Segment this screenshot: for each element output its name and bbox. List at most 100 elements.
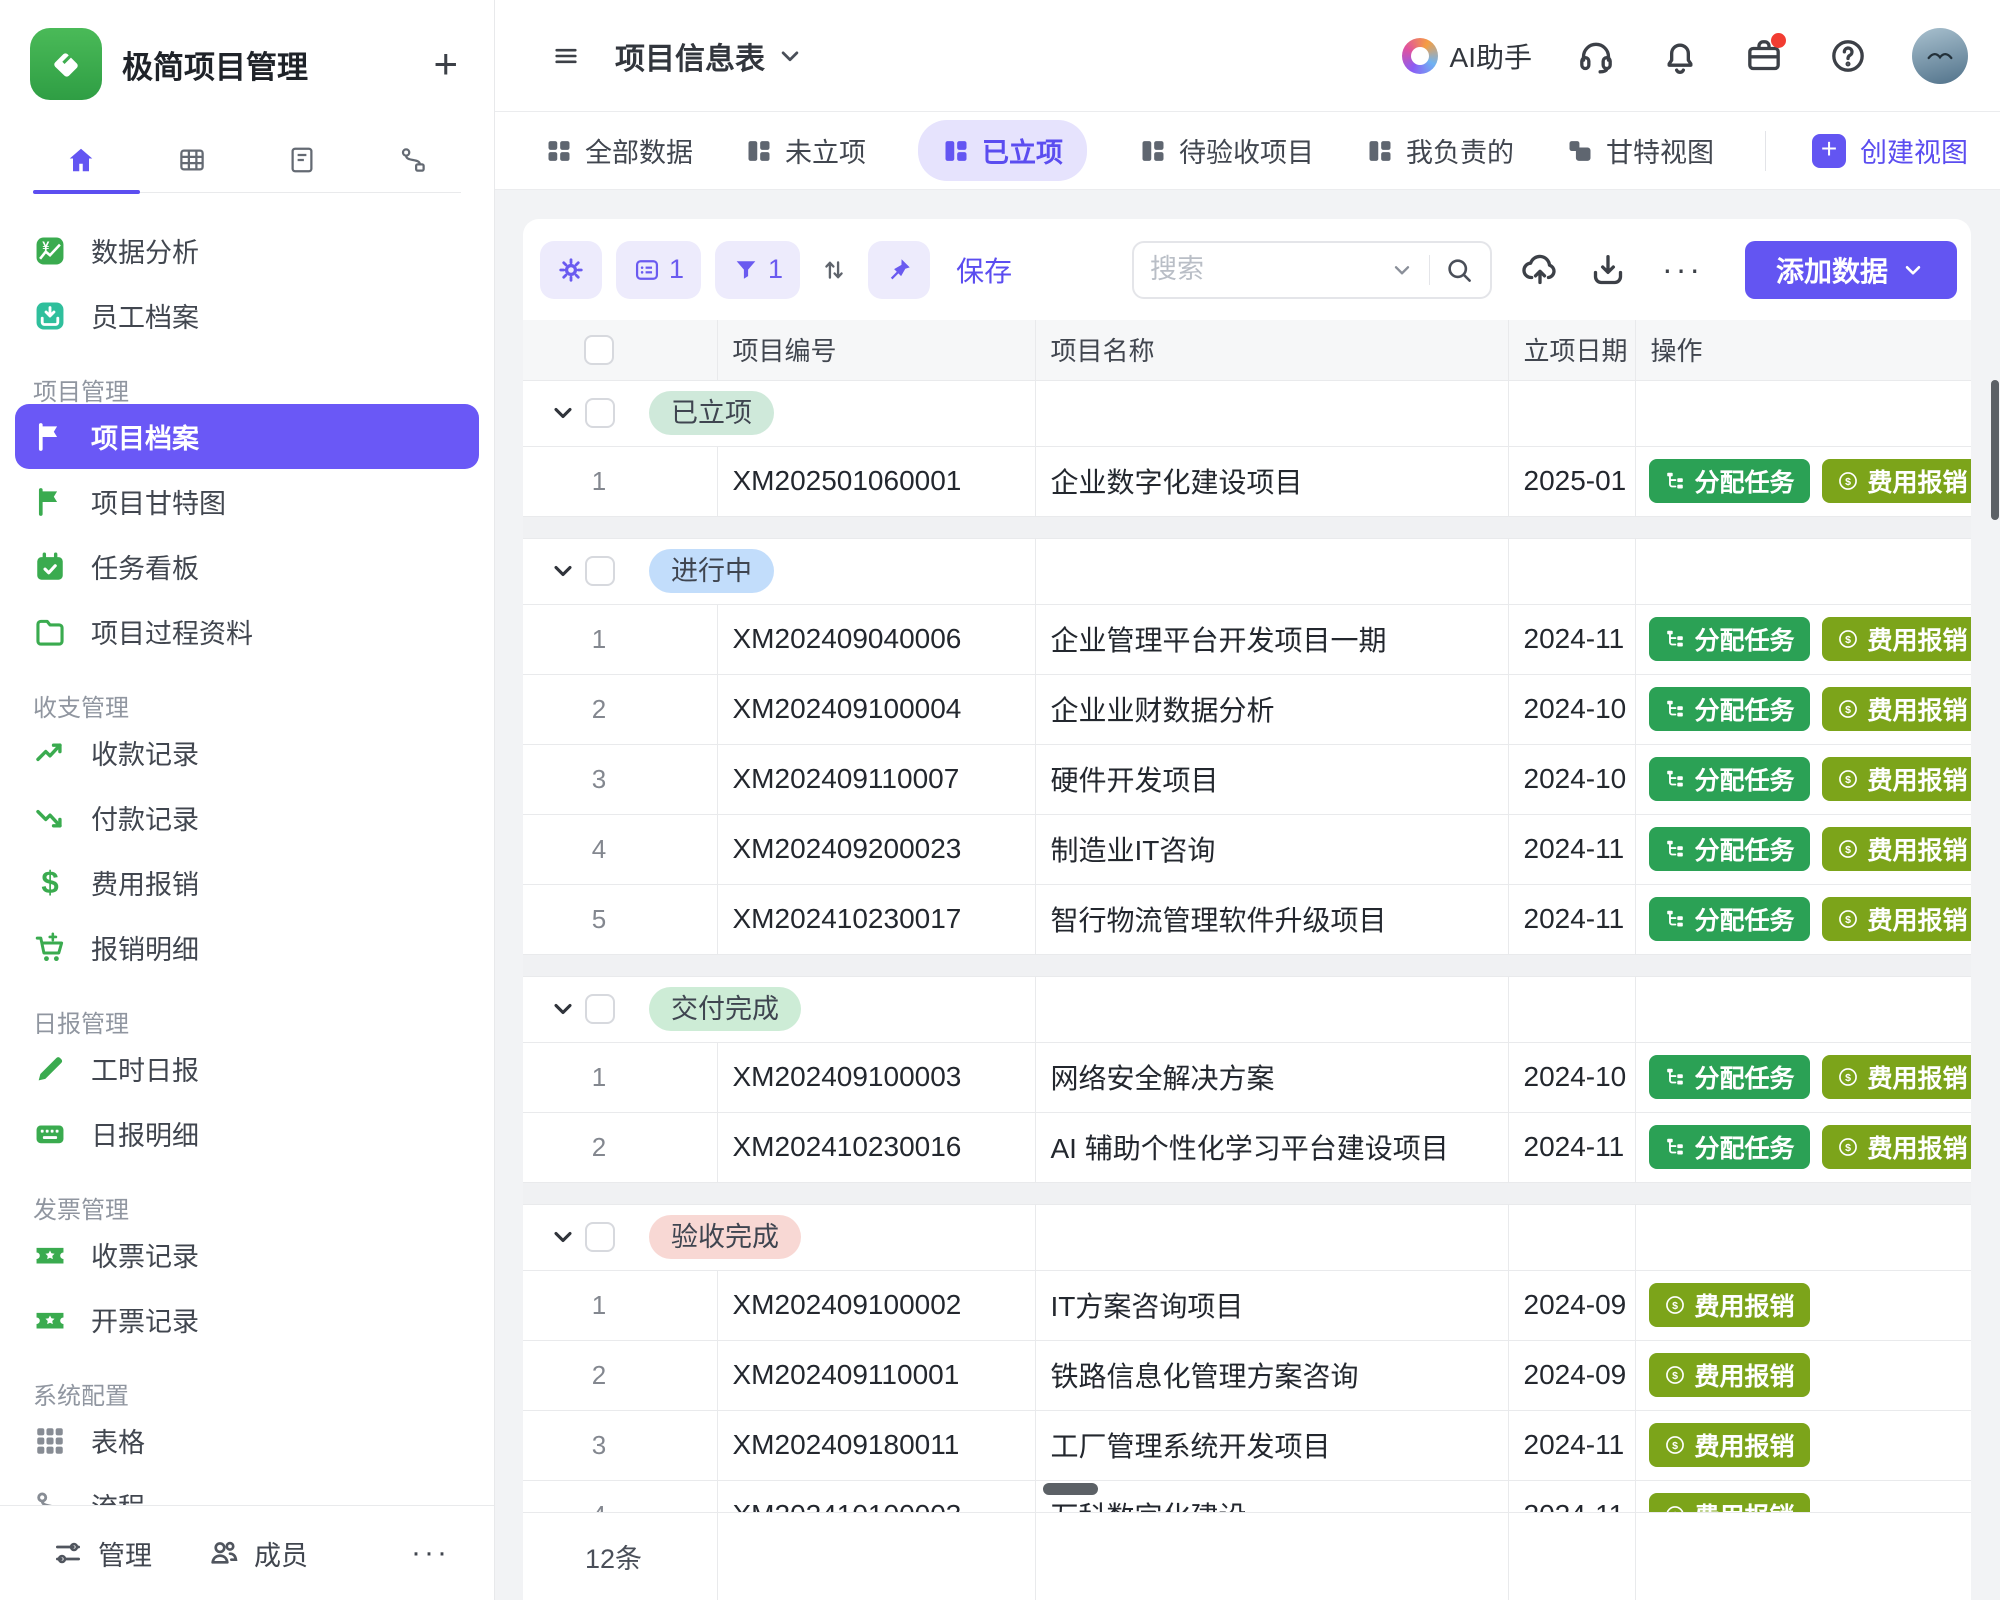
project-date-cell: 2024-11 (1508, 1480, 1635, 1512)
assign-button[interactable]: 分配任务 (1649, 459, 1810, 503)
assign-button[interactable]: 分配任务 (1649, 1055, 1810, 1099)
sidebar-item[interactable]: 员工档案 (15, 283, 479, 348)
user-avatar[interactable] (1912, 28, 1968, 84)
view-tab[interactable]: 全部数据 (545, 131, 693, 170)
expense-button[interactable]: $费用报销 (1649, 1353, 1810, 1397)
import-cloud-upload-icon[interactable] (1520, 250, 1560, 290)
settings-button[interactable] (540, 241, 602, 299)
expense-button[interactable]: $费用报销 (1649, 1423, 1810, 1467)
sidebar-item[interactable]: 付款记录 (15, 785, 479, 850)
table-row[interactable]: 1XM202409040006企业管理平台开发项目一期2024-11分配任务$费… (523, 604, 1971, 674)
members-button[interactable]: 成员 (208, 1534, 308, 1573)
toolbar-more-button[interactable]: ··· (1662, 251, 1703, 288)
group-checkbox[interactable] (585, 398, 615, 428)
assign-button[interactable]: 分配任务 (1649, 1125, 1810, 1169)
sidebar-item[interactable]: 收款记录 (15, 720, 479, 785)
view-tab[interactable]: 甘特视图 (1566, 131, 1714, 170)
sidebar-item[interactable]: 工时日报 (15, 1036, 479, 1101)
group-checkbox[interactable] (585, 994, 615, 1024)
manage-button[interactable]: 管理 (52, 1534, 152, 1573)
table-row[interactable]: 1XM202409100002IT方案咨询项目2024-09$费用报销 (523, 1270, 1971, 1340)
table-row[interactable]: 2XM202410230016AI 辅助个性化学习平台建设项目2024-11分配… (523, 1112, 1971, 1182)
fields-icon (633, 256, 661, 284)
sidebar-item[interactable]: 项目甘特图 (15, 469, 479, 534)
view-tab-label: 我负责的 (1406, 131, 1514, 170)
briefcase-icon[interactable] (1744, 36, 1784, 76)
group-chevron-down-icon[interactable] (549, 995, 577, 1023)
assign-button[interactable]: 分配任务 (1649, 827, 1810, 871)
group-chevron-down-icon[interactable] (549, 399, 577, 427)
sidebar-more-button[interactable]: ··· (411, 1536, 450, 1570)
export-download-icon[interactable] (1588, 250, 1628, 290)
assign-button[interactable]: 分配任务 (1649, 617, 1810, 661)
assign-button[interactable]: 分配任务 (1649, 757, 1810, 801)
pin-button[interactable] (868, 241, 930, 299)
sidebar-item[interactable]: 项目档案 (15, 404, 479, 469)
sidebar-item[interactable]: 报销明细 (15, 915, 479, 980)
table-tab-icon[interactable] (170, 138, 214, 182)
project-name-cell: 企业数字化建设项目 (1035, 446, 1508, 516)
table-row[interactable]: 4XM202410100003万科数字化建设2024-11$费用报销 (523, 1480, 1971, 1512)
bell-icon[interactable] (1660, 36, 1700, 76)
expense-button[interactable]: $费用报销 (1822, 459, 1971, 503)
table-row[interactable]: 3XM202409180011工厂管理系统开发项目2024-11$费用报销 (523, 1410, 1971, 1480)
sidebar-item[interactable]: 收票记录 (15, 1222, 479, 1287)
headset-icon[interactable] (1576, 36, 1616, 76)
table-row[interactable]: 5XM202410230017智行物流管理软件升级项目2024-11分配任务$费… (523, 884, 1971, 954)
add-app-button[interactable]: + (427, 43, 464, 85)
table-row[interactable]: 4XM202409200023制造业IT咨询2024-11分配任务$费用报销 (523, 814, 1971, 884)
create-view-button[interactable]: + 创建视图 (1812, 131, 1968, 170)
filter-button[interactable]: 1 (715, 241, 800, 299)
sidebar-item[interactable]: 项目过程资料 (15, 599, 479, 664)
view-tab[interactable]: 未立项 (745, 131, 866, 170)
view-tab[interactable]: 我负责的 (1366, 131, 1514, 170)
group-chevron-down-icon[interactable] (549, 1223, 577, 1251)
assign-button[interactable]: 分配任务 (1649, 897, 1810, 941)
select-all-checkbox[interactable] (584, 335, 614, 365)
title-chevron-down-icon[interactable] (775, 41, 805, 71)
expense-button[interactable]: $费用报销 (1822, 757, 1971, 801)
search-chevron-down-icon[interactable] (1389, 257, 1415, 283)
expense-button[interactable]: $费用报销 (1822, 1125, 1971, 1169)
horizontal-scrollbar[interactable] (1043, 1483, 1098, 1495)
add-data-button[interactable]: 添加数据 (1745, 241, 1957, 299)
expense-button[interactable]: $费用报销 (1649, 1493, 1810, 1512)
table-row[interactable]: 1XM202409100003网络安全解决方案2024-10分配任务$费用报销 (523, 1042, 1971, 1112)
table-row[interactable]: 1XM202501060001企业数字化建设项目2025-01分配任务$费用报销 (523, 446, 1971, 516)
search-input[interactable] (1150, 254, 1389, 285)
fields-config-button[interactable]: 1 (616, 241, 701, 299)
group-chevron-down-icon[interactable] (549, 557, 577, 585)
table-row[interactable]: 2XM202409100004企业业财数据分析2024-10分配任务$费用报销 (523, 674, 1971, 744)
assign-button[interactable]: 分配任务 (1649, 687, 1810, 731)
sidebar-item[interactable]: 任务看板 (15, 534, 479, 599)
expense-button[interactable]: $费用报销 (1649, 1283, 1810, 1327)
expense-button[interactable]: $费用报销 (1822, 827, 1971, 871)
group-checkbox[interactable] (585, 1222, 615, 1252)
help-icon[interactable] (1828, 36, 1868, 76)
view-tab[interactable]: 待验收项目 (1139, 131, 1314, 170)
expense-button[interactable]: $费用报销 (1822, 687, 1971, 731)
sidebar-item[interactable]: 流程 (15, 1473, 479, 1505)
search-icon[interactable] (1444, 255, 1474, 285)
save-button[interactable]: 保存 (956, 250, 1012, 290)
sidebar-item[interactable]: ¥数据分析 (15, 218, 479, 283)
home-tab-icon[interactable] (59, 138, 103, 182)
view-tab[interactable]: 已立项 (918, 120, 1087, 181)
sidebar-item[interactable]: 表格 (15, 1408, 479, 1473)
sidebar-item[interactable]: 开票记录 (15, 1287, 479, 1352)
expense-button[interactable]: $费用报销 (1822, 617, 1971, 661)
sort-button[interactable] (814, 241, 854, 299)
sidebar-item[interactable]: $费用报销 (15, 850, 479, 915)
hamburger-menu-icon[interactable] (545, 35, 587, 77)
table-row[interactable]: 3XM202409110007硬件开发项目2024-10分配任务$费用报销 (523, 744, 1971, 814)
expense-button[interactable]: $费用报销 (1822, 1055, 1971, 1099)
flow-tab-icon[interactable] (391, 138, 435, 182)
ai-assistant-button[interactable]: AI助手 (1402, 36, 1532, 76)
vertical-scrollbar[interactable] (1991, 380, 1999, 520)
sidebar-item[interactable]: 日报明细 (15, 1101, 479, 1166)
document-tab-icon[interactable] (280, 138, 324, 182)
group-checkbox[interactable] (585, 556, 615, 586)
table-row[interactable]: 2XM202409110001铁路信息化管理方案咨询2024-09$费用报销 (523, 1340, 1971, 1410)
expense-button[interactable]: $费用报销 (1822, 897, 1971, 941)
sidebar-item-label: 员工档案 (91, 296, 199, 335)
